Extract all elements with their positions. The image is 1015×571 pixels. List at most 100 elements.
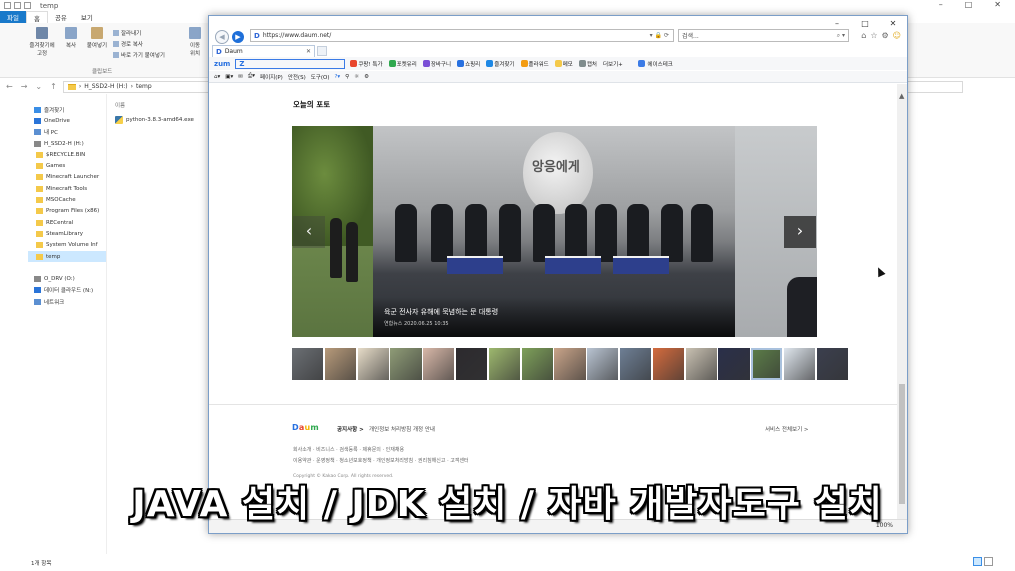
tools-menu[interactable]: 도구(O) (311, 73, 330, 81)
up-arrow-icon[interactable]: ↑ (50, 82, 57, 91)
home-icon[interactable]: ⌂▾ (214, 74, 220, 80)
address-actions[interactable]: ▾ 🔒 ⟳ (650, 32, 669, 39)
photo-thumbnail[interactable] (685, 348, 717, 380)
photo-thumbnail[interactable] (357, 348, 389, 380)
search-box[interactable]: 검색... ⌕ ▾ (678, 29, 849, 42)
photo-thumbnail[interactable] (455, 348, 488, 380)
photo-thumbnail[interactable] (619, 348, 652, 380)
notice-link[interactable]: 개인정보 처리방침 개정 안내 (369, 425, 435, 433)
photo-thumbnail[interactable] (718, 348, 750, 380)
photo-slide-current[interactable]: 앙응에게 육군 전사자 유해에 묵념하는 문 대통령 연합뉴스 2020.06.… (373, 126, 735, 337)
notice-label[interactable]: 공지사항 > (337, 425, 364, 433)
page-menu[interactable]: 페이지(P) (260, 73, 283, 81)
daum-logo[interactable]: Daum (292, 423, 319, 432)
tab-home[interactable]: 홈 (25, 11, 48, 23)
photo-thumbnail[interactable] (751, 348, 783, 380)
address-bar[interactable]: D https://www.daum.net/ ▾ 🔒 ⟳ (250, 29, 674, 42)
rss-icon[interactable]: ▣▾ (225, 74, 233, 80)
pin-to-quick-access-button[interactable]: 즐겨찾기에 고정 (26, 27, 58, 57)
toolbar-item[interactable]: 쿠팡! 특가 (350, 59, 383, 68)
home-icon[interactable]: ⌂ (861, 31, 866, 40)
sidebar-item[interactable]: 데이터 클라우드 (N:) (28, 285, 106, 296)
back-arrow-icon[interactable]: ◀ (215, 30, 229, 44)
photo-thumbnail[interactable] (488, 348, 521, 380)
vertical-scrollbar[interactable]: ▲ (897, 84, 907, 520)
sidebar-item[interactable]: temp (28, 250, 106, 263)
photo-thumbnail[interactable] (587, 348, 619, 380)
tab-file[interactable]: 파일 (0, 11, 26, 23)
photo-thumbnail[interactable] (390, 348, 422, 380)
tab-close-icon[interactable]: ✕ (306, 48, 311, 55)
back-arrow-icon[interactable]: ← (6, 82, 13, 91)
paste-button[interactable]: 붙여넣기 (84, 27, 110, 49)
toolbar-extra[interactable]: 에이스테크 (637, 59, 673, 68)
scroll-up-icon[interactable]: ▲ (899, 92, 904, 100)
sidebar-item[interactable]: 즐겨찾기 (28, 104, 106, 115)
zum-logo[interactable]: zum (214, 60, 230, 68)
copy-path-button[interactable]: 경로 복사 (113, 40, 143, 48)
toolbar-item[interactable]: 포켓유리 (388, 59, 417, 68)
toolbar-item[interactable]: 쇼핑리 (457, 59, 480, 68)
print-icon[interactable]: ⎙▾ (248, 73, 255, 80)
forward-arrow-icon[interactable]: ▶ (232, 31, 244, 43)
zum-search-input[interactable]: Z (235, 58, 346, 69)
photo-thumbnail[interactable] (521, 348, 553, 380)
photo-thumbnail[interactable] (652, 348, 685, 380)
photo-thumbnail[interactable] (554, 348, 586, 380)
mail-icon[interactable]: ✉ (238, 74, 243, 80)
minimize-icon[interactable]: – (939, 0, 943, 9)
breadcrumb-drive[interactable]: H_SSD2-H (H:) (84, 83, 127, 90)
copy-button[interactable]: 복사 (62, 27, 80, 49)
sidebar-item[interactable]: MSOCache (28, 194, 106, 205)
new-tab-button[interactable] (317, 46, 327, 56)
properties-icon[interactable] (14, 2, 21, 9)
photo-thumbnail[interactable] (423, 348, 455, 380)
photo-thumbnail[interactable] (324, 348, 357, 380)
sidebar-item[interactable]: Program Files (x86) (28, 206, 106, 217)
maximize-icon[interactable]: □ (965, 0, 973, 9)
favorites-star-icon[interactable]: ☆ (870, 31, 877, 40)
search-icon[interactable]: ⌕ ▾ (837, 32, 845, 40)
bulb-icon[interactable]: ☼ (354, 74, 359, 80)
toolbar-item[interactable]: 플라워드 (520, 59, 549, 68)
sidebar-item[interactable]: SteamLibrary (28, 228, 106, 239)
sidebar-item[interactable]: O_DRV (O:) (28, 273, 106, 284)
new-folder-icon[interactable] (24, 2, 31, 9)
file-list-item[interactable]: python-3.8.3-amd64.exe (115, 116, 194, 124)
photo-thumbnail[interactable] (292, 348, 324, 380)
smiley-icon[interactable]: ☺ (893, 31, 901, 40)
gear-icon[interactable]: ⚙ (881, 31, 888, 40)
breadcrumb-temp[interactable]: temp (136, 83, 152, 90)
research-icon[interactable]: ⚲ (345, 74, 349, 80)
move-to-button[interactable]: 이동 위치 (186, 27, 204, 57)
close-icon[interactable]: ✕ (994, 0, 1001, 9)
column-header-name[interactable]: 이름 (115, 101, 125, 109)
sidebar-item[interactable]: $RECYCLE.BIN (28, 149, 106, 160)
toolbar-item[interactable]: 더보기+ (603, 60, 623, 68)
carousel-prev-button[interactable]: ‹ (293, 216, 325, 248)
recent-dropdown-icon[interactable]: ⌄ (35, 82, 42, 91)
toolbar-item[interactable]: 즐겨찾기 (486, 59, 515, 68)
paste-shortcut-button[interactable]: 바로 가기 붙여넣기 (113, 51, 165, 59)
all-services-link[interactable]: 서비스 전체보기 > (765, 425, 809, 433)
toolbar-item[interactable]: 캡처 (578, 59, 597, 68)
sidebar-item[interactable]: OneDrive (28, 115, 106, 126)
sidebar-item[interactable]: Minecraft Tools (28, 183, 106, 194)
footer-links-row-2[interactable]: 이용약관 · 운영정책 · 청소년보호정책 · 개인정보처리방침 · 권리침해신… (293, 457, 469, 464)
toolbar-item[interactable]: 메모 (554, 59, 573, 68)
browser-tab-daum[interactable]: D Daum ✕ (212, 45, 315, 57)
sidebar-item[interactable]: Games (28, 160, 106, 171)
tab-view[interactable]: 보기 (74, 11, 100, 23)
forward-arrow-icon[interactable]: → (21, 82, 28, 91)
toolbar-item[interactable]: 장바구니 (422, 59, 451, 68)
sidebar-item[interactable]: System Volume Inf (28, 240, 106, 251)
large-icons-view-icon[interactable] (984, 557, 993, 566)
photo-thumbnail[interactable] (816, 348, 849, 380)
carousel-next-button[interactable]: › (784, 216, 816, 248)
tab-share[interactable]: 공유 (48, 11, 74, 23)
quick-access-icon[interactable] (4, 2, 11, 9)
gear-icon[interactable]: ⚙ (364, 74, 369, 80)
sidebar-item[interactable]: H_SSD2-H (H:) (28, 138, 106, 149)
sidebar-item[interactable]: RECentral (28, 217, 106, 228)
photo-thumbnail[interactable] (783, 348, 816, 380)
